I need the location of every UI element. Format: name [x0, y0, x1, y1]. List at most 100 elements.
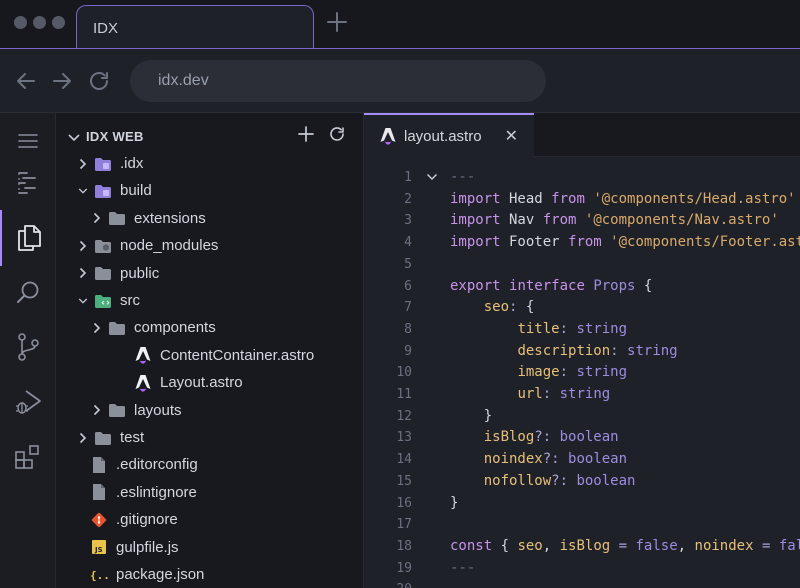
tree-item[interactable]: layouts [56, 397, 364, 424]
chevron-right-icon[interactable] [92, 404, 102, 416]
chevron-down-icon[interactable] [68, 130, 80, 148]
tree-item-label: build [120, 182, 152, 200]
code-token: '@components/Nav.astro' [584, 212, 779, 229]
code-line: 1 --- [364, 167, 800, 189]
tree-item[interactable]: Layout.astro [56, 369, 364, 396]
code-token: : [559, 320, 569, 337]
address-bar[interactable]: idx.dev [130, 60, 546, 102]
tree-item[interactable]: {..} package.json [56, 561, 364, 588]
arrow-left-icon [17, 73, 35, 89]
close-icon[interactable]: ✕ [505, 126, 518, 146]
code-token: string [627, 342, 678, 359]
tree-item[interactable]: components [56, 314, 364, 341]
tree-item[interactable]: JS gulpfile.js [56, 534, 364, 561]
chevron-right-icon[interactable] [78, 267, 88, 279]
code-token: : [559, 364, 569, 381]
new-tab-button[interactable] [326, 10, 348, 38]
line-number: 17 [396, 517, 412, 533]
code-token: title [517, 320, 560, 337]
chevron-down-icon[interactable] [78, 187, 88, 195]
tree-item[interactable]: node_modules [56, 232, 364, 259]
run-debug-button[interactable] [0, 374, 56, 430]
code-token: boolean [559, 429, 619, 446]
tree-item[interactable]: .eslintignore [56, 479, 364, 506]
tree-item[interactable]: build [56, 177, 364, 204]
line-number: 4 [404, 235, 412, 251]
chevron-right-icon[interactable] [92, 212, 102, 224]
code-text: import Head from '@components/Head.astro… [450, 189, 796, 211]
forward-button[interactable] [50, 69, 74, 98]
code-token: nofollow [483, 472, 552, 489]
js-file-icon: JS [90, 539, 108, 555]
chevron-right-icon[interactable] [78, 240, 88, 252]
tree-item-label: extensions [134, 209, 206, 227]
code-text: noindex?: boolean [450, 449, 627, 471]
chevron-down-icon[interactable] [78, 297, 88, 305]
folder-icon [108, 320, 126, 336]
code-token: seo [483, 299, 510, 316]
code-token: , [542, 537, 560, 554]
code-token: { [492, 537, 518, 554]
source-control-button[interactable] [0, 319, 56, 375]
search-icon [17, 281, 39, 303]
extensions-icon [15, 445, 39, 469]
new-file-button[interactable] [297, 125, 315, 148]
tree-item[interactable]: test [56, 424, 364, 451]
tree-item[interactable]: extensions [56, 205, 364, 232]
window-close-dot[interactable] [14, 16, 27, 29]
code-line: 4 import Footer from '@components/Footer.… [364, 232, 800, 254]
explorer-title: IDX WEB [86, 129, 144, 144]
code-line: 11 url: string [364, 384, 800, 406]
code-token: from [551, 190, 585, 207]
tree-item[interactable]: ContentContainer.astro [56, 342, 364, 369]
tree-item-label: package.json [116, 566, 205, 583]
tree-item[interactable]: .idx [56, 150, 364, 177]
browser-tab[interactable]: IDX [76, 5, 314, 49]
editor-tab-label: layout.astro [404, 127, 482, 145]
src-folder-icon [94, 293, 112, 309]
window-minimize-dot[interactable] [33, 16, 46, 29]
tree-item[interactable]: .editorconfig [56, 451, 364, 478]
json-file-icon: {..} [90, 567, 108, 583]
code-text: nofollow?: boolean [450, 471, 636, 493]
run-debug-icon [16, 390, 41, 414]
chevron-right-icon[interactable] [78, 158, 88, 170]
chevron-right-icon[interactable] [92, 322, 102, 334]
line-number: 11 [396, 387, 412, 402]
tree-item[interactable]: src [56, 287, 364, 314]
code-token: import [450, 212, 501, 229]
fold-chevron-icon[interactable] [426, 167, 438, 189]
explorer-button[interactable] [0, 210, 56, 266]
code-line: 19 --- [364, 558, 800, 580]
code-token: Head [500, 190, 552, 207]
code-text: } [450, 493, 458, 515]
line-number: 19 [396, 560, 412, 576]
line-number: 8 [404, 321, 412, 337]
file-icon [90, 484, 108, 501]
editor-tab-layout-astro[interactable]: layout.astro ✕ [364, 113, 534, 157]
chevron-right-icon[interactable] [78, 432, 88, 444]
extensions-button[interactable] [0, 429, 56, 485]
code-token: : [542, 386, 552, 402]
tree-item-label: src [120, 292, 140, 309]
code-text: url: string [450, 384, 610, 406]
code-line: 2 import Head from '@components/Head.astr… [364, 189, 800, 211]
tree-item[interactable]: public [56, 260, 364, 287]
code-token: interface [509, 277, 585, 294]
editor-area: layout.astro ✕ 1 --- 2 import Head from '@c… [364, 113, 800, 588]
code-token: { [517, 299, 535, 316]
window-zoom-dot[interactable] [52, 16, 65, 29]
tree-item[interactable]: .gitignore [56, 506, 364, 533]
code-token: string [559, 386, 611, 402]
refresh-explorer-button[interactable] [328, 125, 346, 148]
astro-icon [134, 347, 152, 365]
code-token: = [618, 537, 628, 554]
search-button[interactable] [0, 265, 56, 321]
back-button[interactable] [14, 69, 38, 98]
project-idx-button[interactable] [0, 155, 56, 211]
reload-button[interactable] [87, 69, 111, 98]
window-controls [14, 16, 65, 29]
line-number: 6 [404, 278, 412, 294]
